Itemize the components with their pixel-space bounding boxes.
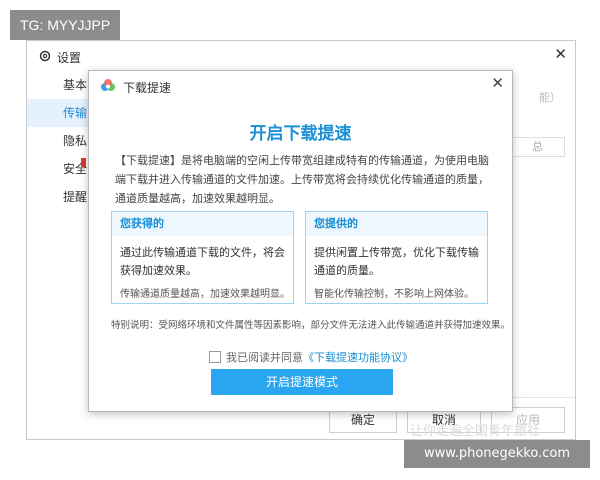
agreement-row: 我已阅读并同意《下载提速功能协议》 [209, 349, 413, 365]
sidebar-item-label: 隐私 [63, 134, 88, 148]
card-title: 您提供的 [306, 212, 487, 236]
card-body: 提供闲置上传带宽，优化下载传输通道的质量。 [314, 246, 479, 277]
watermark-text: 让你走遍全国青年旅社 [410, 424, 541, 439]
cloud-logo-icon [101, 79, 115, 91]
sidebar-item-label: 提醒 [63, 190, 88, 204]
alert-badge [81, 158, 86, 167]
site-watermark: www.phonegekko.com [404, 440, 590, 468]
sidebar-item-label: 传输 [63, 106, 88, 120]
card-body: 通过此传输通道下载的文件，将会获得加速效果。 [120, 246, 285, 277]
settings-close-icon[interactable]: ✕ [554, 45, 567, 63]
sidebar-item-label: 基本 [63, 78, 88, 92]
dialog-heading: 开启下载提速 [249, 124, 352, 144]
agree-label: 我已阅读并同意 [226, 351, 303, 364]
download-boost-dialog: 下载提速 ✕ 开启下载提速 【下载提速】是将电脑端的空闲上传带宽组建成特有的传输… [88, 70, 513, 412]
settings-titlebar: 设置 ✕ [27, 41, 575, 71]
benefit-card-provide: 您提供的 提供闲置上传带宽，优化下载传输通道的质量。 智能化传输控制，不影响上网… [305, 211, 488, 304]
card-note: 智能化传输控制，不影响上网体验。 [314, 289, 474, 300]
agree-checkbox[interactable] [209, 351, 221, 363]
dialog-intro-text: 【下载提速】是将电脑端的空闲上传带宽组建成特有的传输通道，为使用电脑端下载并进入… [115, 154, 489, 205]
enable-boost-button[interactable]: 开启提速模式 [211, 369, 393, 395]
tg-badge: TG: MYYJJPP [10, 10, 121, 40]
dialog-title: 下载提速 [123, 81, 172, 95]
special-note: 特别说明：受网络环境和文件属性等因素影响，部分文件无法进入此传输通道并获得加速效… [111, 320, 511, 331]
gear-icon [39, 50, 51, 62]
settings-hint-text: 能） [539, 91, 561, 104]
card-title: 您获得的 [112, 212, 293, 236]
benefit-card-gain: 您获得的 通过此传输通道下载的文件，将会获得加速效果。 传输通道质量越高，加速效… [111, 211, 294, 304]
settings-title: 设置 [57, 51, 82, 65]
card-note: 传输通道质量越高，加速效果越明显。 [120, 289, 290, 300]
close-icon[interactable]: ✕ [491, 74, 504, 92]
agreement-link[interactable]: 《下载提速功能协议》 [303, 351, 413, 364]
dialog-header: 下载提速 ✕ [89, 71, 512, 101]
